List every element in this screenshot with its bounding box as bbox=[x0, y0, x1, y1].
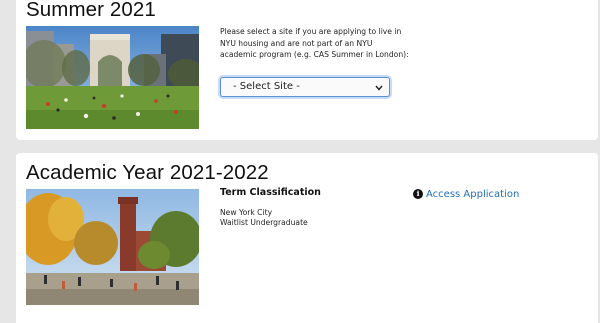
academic-year-title: Academic Year 2021-2022 bbox=[26, 161, 269, 184]
access-application-label: Access Application bbox=[426, 189, 520, 200]
summer-card: Summer 2021 Please select a site if you … bbox=[16, 0, 598, 140]
term-classification-label: Term Classification bbox=[220, 187, 321, 198]
site-select-value: - Select Site - bbox=[233, 81, 300, 92]
site-select-prompt: Please select a site if you are applying… bbox=[220, 27, 409, 59]
info-circle-icon: i bbox=[413, 189, 423, 199]
academic-year-card: Academic Year 2021-2022 Term Classificat… bbox=[16, 153, 598, 323]
summer-title: Summer 2021 bbox=[26, 0, 156, 21]
site-select-dropdown[interactable]: - Select Site - bbox=[220, 77, 390, 97]
term-status: Waitlist Undergraduate bbox=[220, 218, 308, 227]
chevron-down-icon bbox=[375, 83, 383, 94]
term-campus: New York City bbox=[220, 208, 273, 217]
access-application-link[interactable]: i Access Application bbox=[413, 189, 519, 200]
washington-square-arch-photo bbox=[26, 26, 199, 129]
campus-autumn-photo bbox=[26, 189, 199, 305]
